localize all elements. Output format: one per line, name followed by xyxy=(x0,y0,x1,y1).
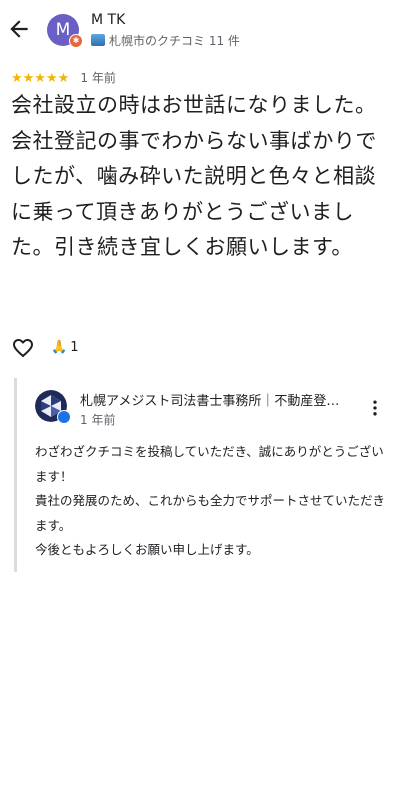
reply-text: わざわざクチコミを投稿していただき、誠にありがとうございます！ 貴社の発展のため… xyxy=(35,440,387,563)
author-meta: 札幌市のクチコミ 11 件 xyxy=(91,32,240,49)
arrow-left-icon xyxy=(10,20,28,38)
like-button[interactable] xyxy=(11,336,35,360)
reaction-count: 1 xyxy=(70,340,79,355)
verified-badge-icon xyxy=(57,410,71,424)
owner-reply: 札幌アメジスト司法書士事務所｜不動産登記・相続登記・会社登記・相続放棄・成年後見… xyxy=(14,378,389,572)
reply-line: 今後ともよろしくお願い申し上げます。 xyxy=(35,542,259,557)
more-options-button[interactable] xyxy=(365,398,385,418)
business-name[interactable]: 札幌アメジスト司法書士事務所｜不動産登記・相続登記・会社登記・相続放棄・成年後見 xyxy=(80,390,350,409)
review-text: 会社設立の時はお世話になりました。会社登記の事でわからない事ばかりでしたが、噛み… xyxy=(11,93,377,259)
author-name[interactable]: M TK xyxy=(91,12,125,28)
city-icon xyxy=(91,34,105,46)
heart-outline-icon xyxy=(13,339,33,358)
reply-line: 貴社の発展のため、これからも全力でサポートさせていただきます。 xyxy=(35,493,386,533)
review-time: 1 年前 xyxy=(80,71,116,85)
local-guide-badge-icon: ✱ xyxy=(69,34,83,48)
rating-row: ★★★★★ 1 年前 xyxy=(11,67,116,86)
reply-line: わざわざクチコミを投稿していただき、誠にありがとうございます！ xyxy=(35,444,384,484)
review-header: M ✱ M TK 札幌市のクチコミ 11 件 xyxy=(0,0,400,60)
author-review-count: 札幌市のクチコミ 11 件 xyxy=(109,34,240,48)
star-rating: ★★★★★ xyxy=(11,71,70,86)
reaction-chip[interactable]: 🙏 1 xyxy=(51,340,78,355)
reply-time: 1 年前 xyxy=(80,413,116,427)
back-button[interactable] xyxy=(6,16,32,42)
more-vert-icon xyxy=(373,400,377,416)
folded-hands-icon: 🙏 xyxy=(51,340,68,355)
